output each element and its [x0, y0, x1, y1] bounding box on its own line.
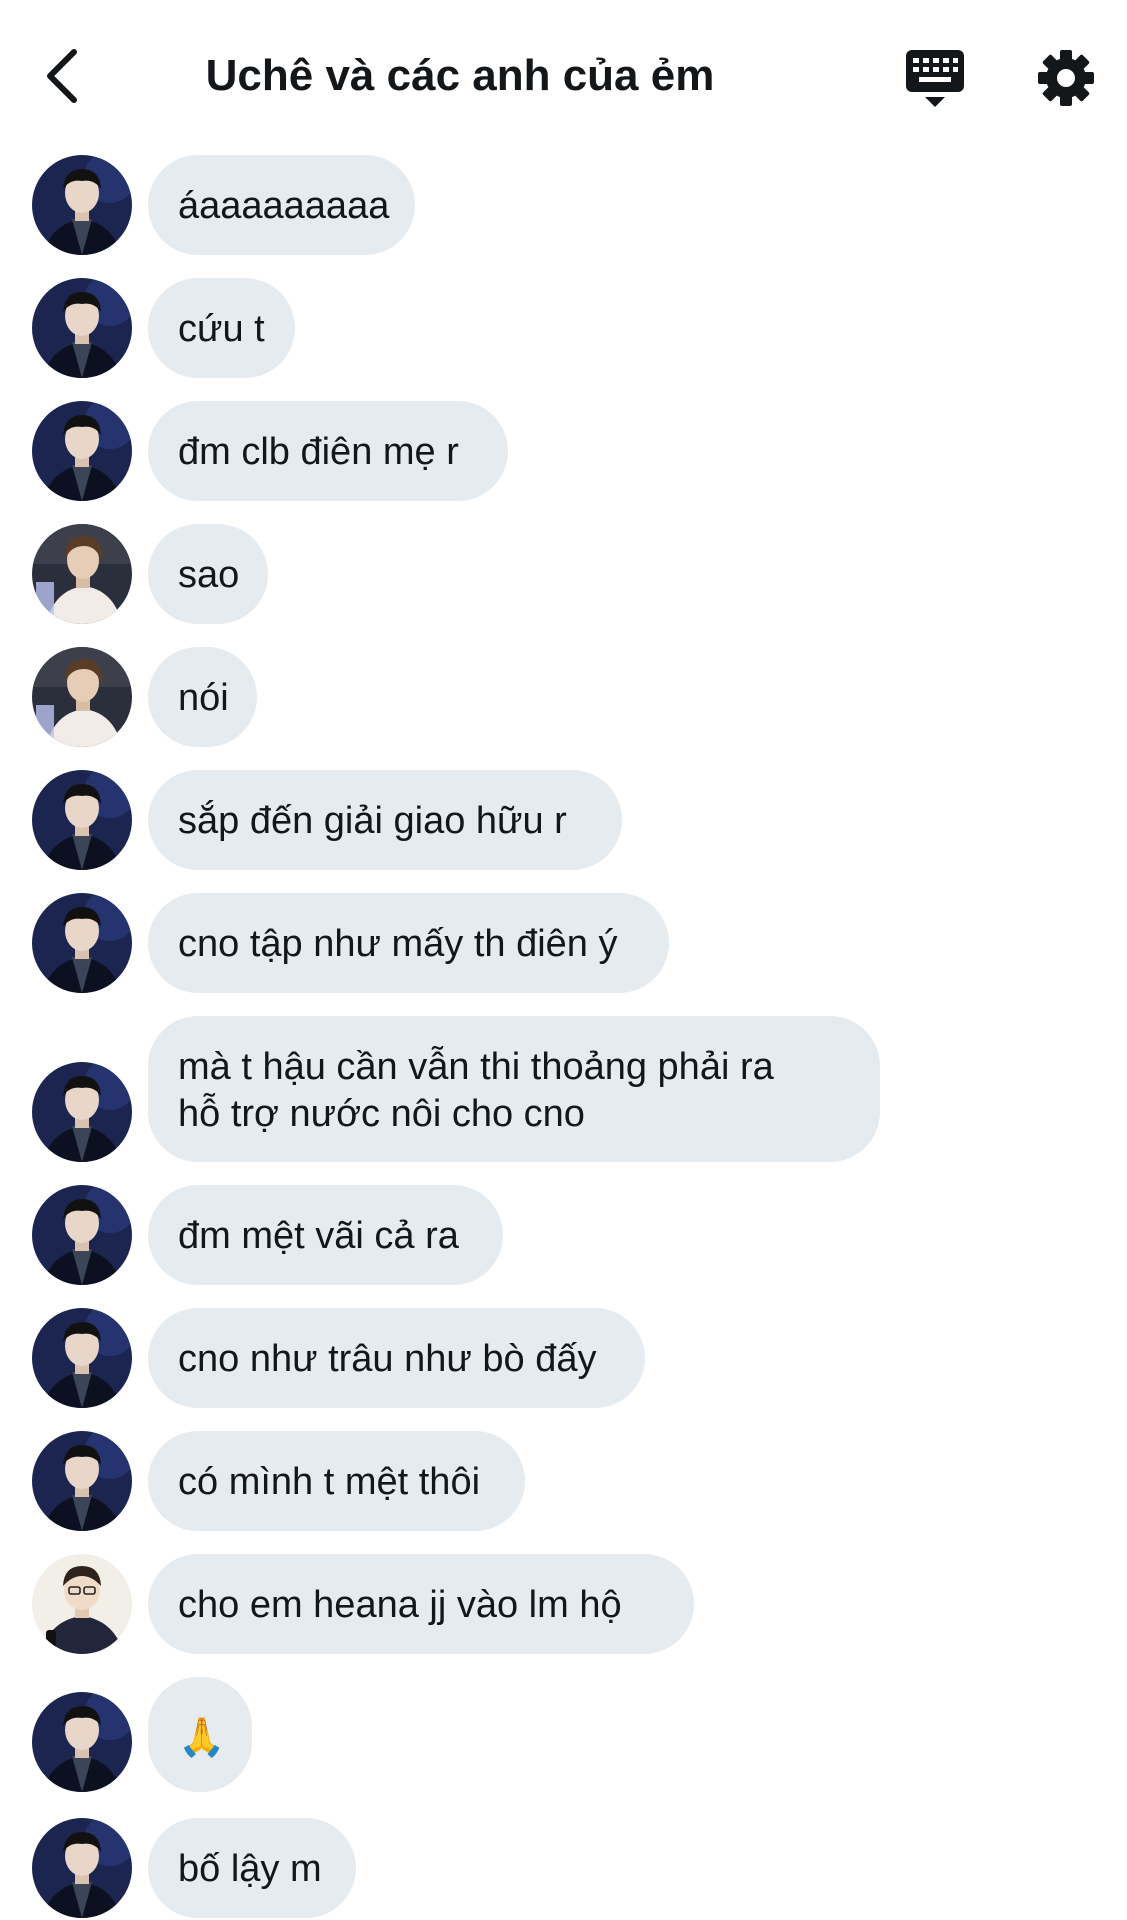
- message-bubble[interactable]: 🙏: [148, 1677, 252, 1792]
- message-row: cho em heana jj vào lm hộ: [0, 1554, 1127, 1654]
- chevron-left-icon: [47, 49, 77, 103]
- message-bubble[interactable]: cứu t: [148, 278, 295, 378]
- message-bubble[interactable]: sắp đến giải giao hữu r: [148, 770, 622, 870]
- message-bubble[interactable]: sao: [148, 524, 268, 624]
- message-row: đm clb điên mẹ r: [0, 401, 1127, 501]
- avatar[interactable]: [32, 1554, 132, 1654]
- message-bubble[interactable]: bố lậy m: [148, 1818, 356, 1918]
- avatar[interactable]: [32, 1308, 132, 1408]
- avatar[interactable]: [32, 893, 132, 993]
- avatar[interactable]: [32, 1062, 132, 1162]
- message-row: cno như trâu như bò đấy: [0, 1308, 1127, 1408]
- message-row: đm mệt vãi cả ra: [0, 1185, 1127, 1285]
- message-row: sao: [0, 524, 1127, 624]
- avatar[interactable]: [32, 524, 132, 624]
- avatar[interactable]: [32, 1185, 132, 1285]
- message-bubble[interactable]: mà t hậu cần vẫn thi thoảng phải ra hỗ t…: [148, 1016, 880, 1162]
- avatar[interactable]: [32, 1692, 132, 1792]
- message-bubble[interactable]: có mình t mệt thôi: [148, 1431, 525, 1531]
- message-bubble[interactable]: cho em heana jj vào lm hộ: [148, 1554, 694, 1654]
- avatar[interactable]: [32, 1818, 132, 1918]
- settings-button[interactable]: [1036, 48, 1096, 108]
- avatar[interactable]: [32, 155, 132, 255]
- chat-header: Uchê và các anh của ẻm: [0, 0, 1127, 150]
- back-button[interactable]: [34, 44, 90, 108]
- message-line: hỗ trợ nước nôi cho cno: [178, 1093, 585, 1135]
- message-bubble[interactable]: nói: [148, 647, 257, 747]
- chat-title: Uchê và các anh của ẻm: [205, 51, 715, 100]
- message-row: bố lậy m: [0, 1818, 1127, 1918]
- message-bubble[interactable]: cno tập như mấy th điên ý: [148, 893, 669, 993]
- message-row: mà t hậu cần vẫn thi thoảng phải ra hỗ t…: [0, 1016, 1127, 1162]
- keyboard-icon: [906, 50, 964, 107]
- gear-icon: [1038, 50, 1094, 106]
- message-bubble[interactable]: cno như trâu như bò đấy: [148, 1308, 645, 1408]
- message-bubble[interactable]: đm mệt vãi cả ra: [148, 1185, 503, 1285]
- message-row: có mình t mệt thôi: [0, 1431, 1127, 1531]
- avatar[interactable]: [32, 770, 132, 870]
- message-row: cno tập như mấy th điên ý: [0, 893, 1127, 993]
- message-row: sắp đến giải giao hữu r: [0, 770, 1127, 870]
- message-row: 🙏: [0, 1677, 1127, 1792]
- message-row: nói: [0, 647, 1127, 747]
- avatar[interactable]: [32, 401, 132, 501]
- message-row: áaaaaaaaaa: [0, 155, 1127, 255]
- message-line: mà t hậu cần vẫn thi thoảng phải ra: [178, 1046, 774, 1088]
- message-row: cứu t: [0, 278, 1127, 378]
- avatar[interactable]: [32, 647, 132, 747]
- avatar[interactable]: [32, 278, 132, 378]
- message-bubble[interactable]: áaaaaaaaaa: [148, 155, 415, 255]
- keyboard-button[interactable]: [902, 48, 968, 108]
- message-bubble[interactable]: đm clb điên mẹ r: [148, 401, 508, 501]
- avatar[interactable]: [32, 1431, 132, 1531]
